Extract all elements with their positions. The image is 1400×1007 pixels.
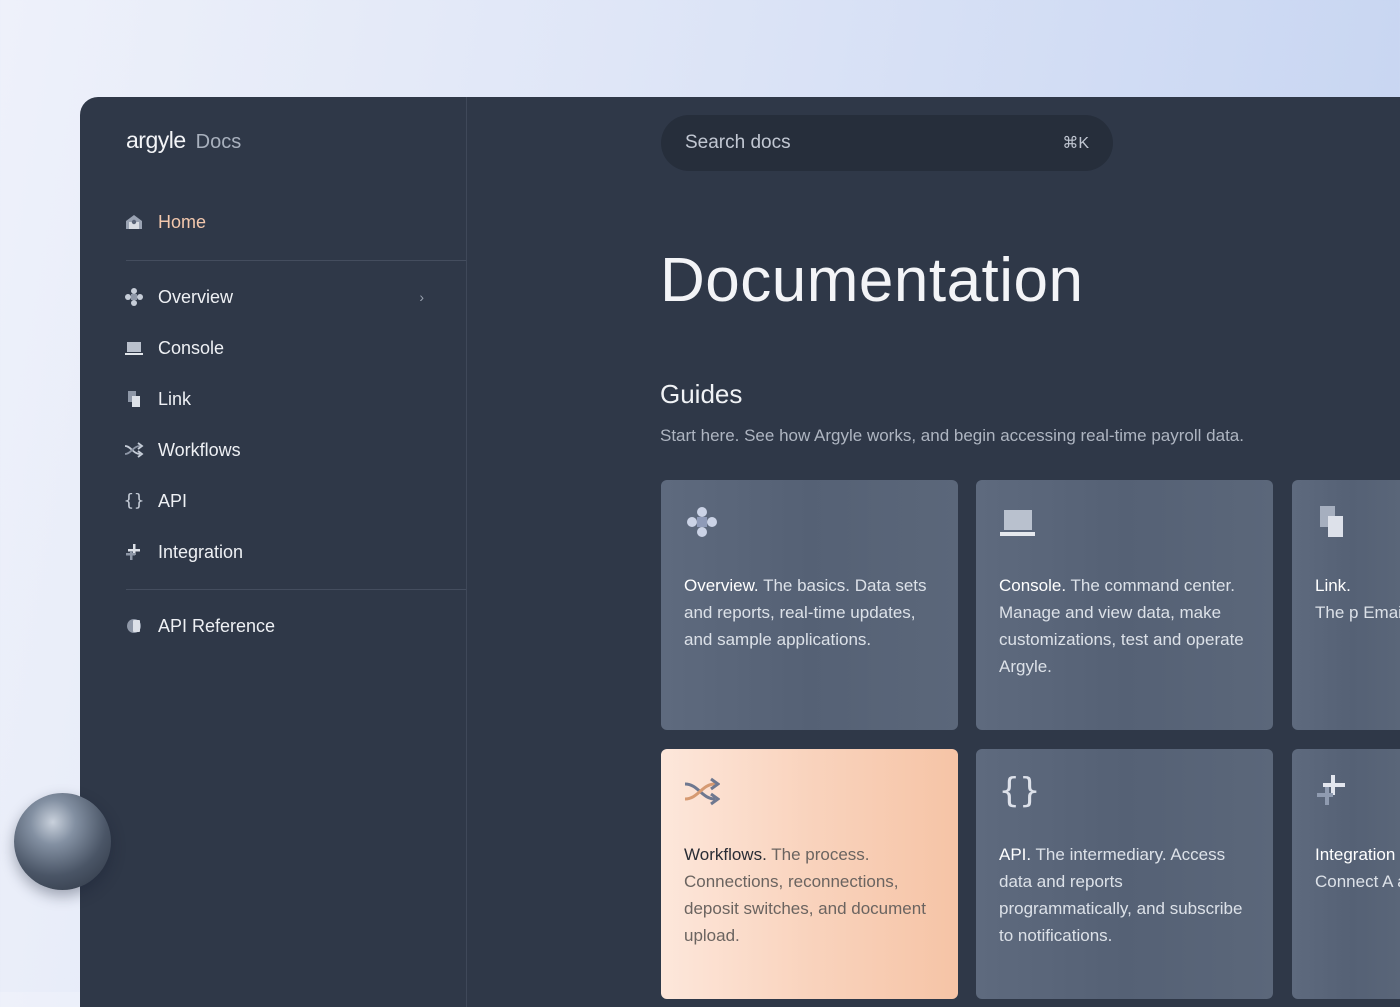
- sidebar-item-workflows[interactable]: Workflows: [124, 435, 424, 465]
- sidebar-item-label: Console: [158, 337, 225, 358]
- guide-card-link[interactable]: Link. The p Email, text for an emp login…: [1292, 480, 1400, 730]
- card-body: The p Email, text for an emp login crede: [1315, 603, 1400, 622]
- card-title: Link.: [1315, 576, 1351, 595]
- link-pages-icon: [1320, 506, 1343, 537]
- guide-card-workflows[interactable]: Workflows. The process. Connections, rec…: [661, 749, 958, 999]
- card-title: Integration: [1315, 845, 1396, 864]
- shuffle-icon: [684, 777, 720, 806]
- card-body: The intermediary. Access data and report…: [999, 845, 1243, 945]
- braces-icon: {}: [123, 491, 145, 511]
- link-pages-icon: [124, 389, 144, 409]
- laptop-icon: [1000, 510, 1035, 536]
- sidebar-item-link[interactable]: Link: [124, 384, 424, 414]
- home-icon: [124, 212, 144, 232]
- chevron-right-icon[interactable]: ›: [419, 289, 424, 305]
- card-title: Overview.: [684, 576, 764, 595]
- guide-card-integration[interactable]: Integration Connect A application busine…: [1292, 749, 1400, 999]
- search-shortcut: ⌘K: [1062, 135, 1089, 152]
- card-body: Connect A application business s: [1315, 872, 1400, 891]
- sidebar-item-overview[interactable]: Overview ›: [124, 282, 424, 312]
- search-input[interactable]: Search docs ⌘K: [661, 115, 1113, 171]
- sidebar-item-home[interactable]: Home: [124, 207, 424, 237]
- card-title: Workflows.: [684, 845, 772, 864]
- brand[interactable]: argyle Docs: [126, 127, 241, 154]
- braces-icon: {}: [999, 771, 1040, 811]
- sidebar-item-label: API: [158, 490, 188, 511]
- sidebar-item-integration[interactable]: Integration: [124, 537, 424, 567]
- decorative-orb: [14, 793, 111, 890]
- overview-icon: [687, 507, 717, 537]
- sidebar-item-label: Home: [158, 211, 207, 232]
- sidebar-item-label: Link: [158, 388, 192, 409]
- overview-icon: [124, 287, 144, 307]
- sidebar: argyle Docs Home Overview › Console Link…: [80, 97, 467, 1007]
- guide-card-console[interactable]: Console. The command center. Manage and …: [976, 480, 1273, 730]
- shuffle-icon: [124, 440, 144, 460]
- sidebar-item-label: Integration: [158, 541, 244, 562]
- search-placeholder: Search docs: [685, 132, 791, 153]
- argyle-logo: argyle: [126, 127, 186, 153]
- sidebar-divider: [126, 589, 466, 590]
- api-reference-icon: [124, 616, 144, 636]
- guide-card-overview[interactable]: Overview. The basics. Data sets and repo…: [661, 480, 958, 730]
- sidebar-item-label: Overview: [158, 286, 234, 307]
- sidebar-item-api[interactable]: {} API: [124, 486, 424, 516]
- docs-label: Docs: [195, 131, 242, 153]
- sidebar-divider: [126, 260, 466, 261]
- plus-cross-icon: [124, 542, 144, 562]
- sidebar-item-label: Workflows: [158, 439, 241, 460]
- docs-window: argyle Docs Home Overview › Console Link…: [80, 97, 1400, 1007]
- guides-lead: Start here. See how Argyle works, and be…: [660, 426, 1244, 445]
- card-title: Console.: [999, 576, 1071, 595]
- plus-cross-icon: [1317, 775, 1345, 805]
- sidebar-item-api-reference[interactable]: API Reference: [124, 611, 424, 641]
- card-title: API.: [999, 845, 1036, 864]
- guides-heading: Guides: [660, 379, 743, 409]
- sidebar-item-console[interactable]: Console: [124, 333, 424, 363]
- guide-card-api[interactable]: {} API. The intermediary. Access data an…: [976, 749, 1273, 999]
- laptop-icon: [124, 338, 144, 358]
- sidebar-item-label: API Reference: [158, 615, 276, 636]
- page-title: Documentation: [660, 246, 1084, 315]
